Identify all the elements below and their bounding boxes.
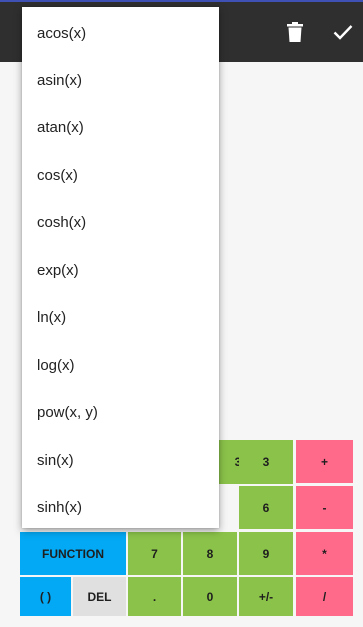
menu-item-cosh[interactable]: cosh(x): [22, 198, 219, 246]
menu-item-sinh[interactable]: sinh(x): [22, 483, 219, 528]
menu-item-cos[interactable]: cos(x): [22, 151, 219, 199]
key-divide[interactable]: /: [296, 577, 353, 616]
function-dropdown-menu: acos(x) asin(x) atan(x) cos(x) cosh(x) e…: [22, 7, 219, 528]
menu-item-pow[interactable]: pow(x, y): [22, 388, 219, 436]
parentheses-button[interactable]: ( ): [20, 577, 71, 616]
function-button[interactable]: FUNCTION: [20, 532, 126, 575]
del-button[interactable]: DEL: [73, 577, 126, 616]
key-9[interactable]: 9: [239, 532, 293, 575]
key-plus-minus[interactable]: +/-: [239, 577, 293, 616]
menu-item-acos[interactable]: acos(x): [22, 9, 219, 57]
trash-icon[interactable]: [283, 20, 307, 44]
key-0[interactable]: 0: [183, 577, 237, 616]
key-multiply[interactable]: *: [296, 532, 353, 575]
check-icon[interactable]: [331, 20, 355, 44]
key-3-cell[interactable]: 3: [239, 440, 293, 483]
menu-item-exp[interactable]: exp(x): [22, 246, 219, 294]
key-8[interactable]: 8: [183, 532, 237, 575]
key-decimal[interactable]: .: [128, 577, 181, 616]
menu-item-ln[interactable]: ln(x): [22, 293, 219, 341]
menu-item-log[interactable]: log(x): [22, 341, 219, 389]
key-minus[interactable]: -: [296, 486, 353, 529]
key-7[interactable]: 7: [128, 532, 181, 575]
menu-item-sin[interactable]: sin(x): [22, 436, 219, 484]
key-plus[interactable]: +: [296, 440, 353, 483]
key-6[interactable]: 6: [239, 486, 293, 529]
menu-item-asin[interactable]: asin(x): [22, 56, 219, 104]
menu-item-atan[interactable]: atan(x): [22, 103, 219, 151]
